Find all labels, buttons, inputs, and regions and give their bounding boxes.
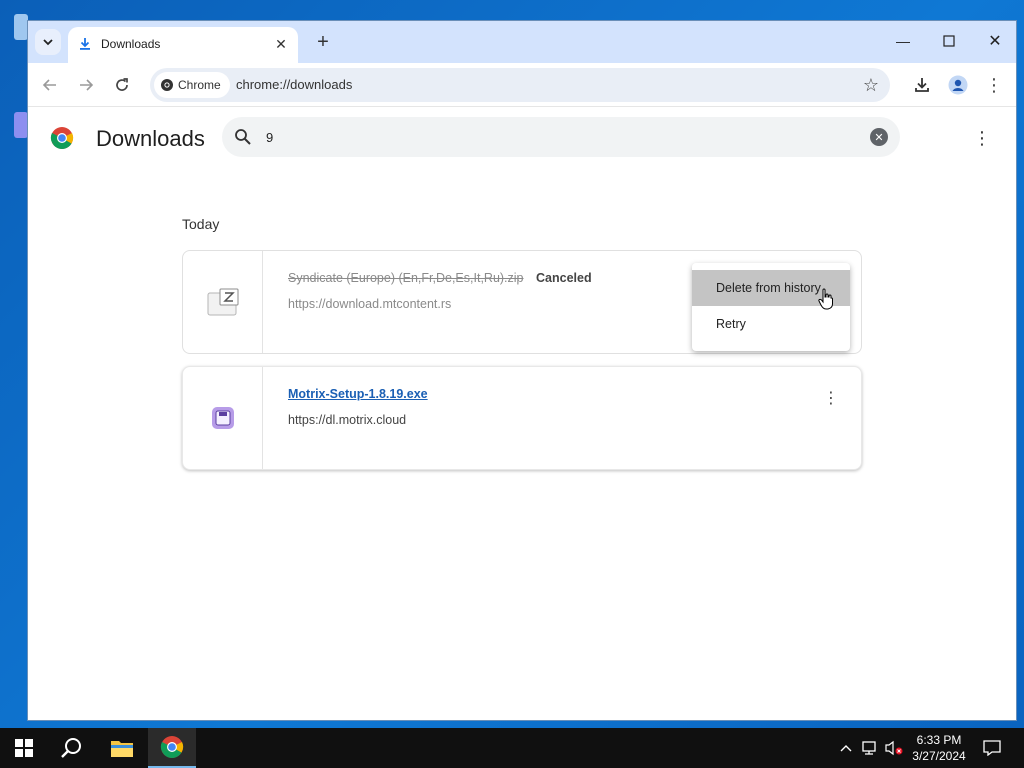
avatar-icon [948,75,968,95]
desktop-shortcut-icon[interactable] [0,112,28,172]
download-more-button[interactable]: ⋮ [823,387,839,409]
browser-menu-button[interactable]: ⋮ [980,71,1008,99]
date-section-label: Today [182,216,220,232]
new-tab-button[interactable]: + [310,29,336,55]
folder-icon [111,741,133,757]
chevron-down-icon [43,39,53,46]
close-tab-icon[interactable]: ✕ [272,35,290,53]
file-thumbnail [183,251,263,353]
more-actions-button[interactable]: ⋮ [973,126,991,150]
profile-button[interactable] [944,71,972,99]
download-icon [915,78,929,92]
maximize-button[interactable] [926,21,972,61]
file-explorer-button[interactable] [98,728,146,768]
chrome-taskbar-button[interactable] [148,728,196,768]
clock-time: 6:33 PM [916,733,962,747]
tab-search-button[interactable] [35,29,61,55]
url-text[interactable]: chrome://downloads [236,77,352,92]
tab-downloads[interactable]: Downloads ✕ [68,27,298,63]
download-filename-link[interactable]: Motrix-Setup-1.8.19.exe [288,387,428,401]
download-status: Canceled [536,271,592,285]
download-icon [80,38,90,50]
network-icon[interactable] [860,738,880,758]
page-title: Downloads [96,126,205,151]
chrome-icon [161,79,173,91]
chevron-up-icon[interactable] [836,738,856,758]
minimize-button[interactable]: — [880,21,926,61]
clock-date: 3/27/2024 [912,749,966,763]
tab-title: Downloads [101,37,161,51]
reload-icon [116,78,128,91]
site-chip-label: Chrome [178,78,221,92]
download-filename: Syndicate (Europe) (En,Fr,De,Es,It,Ru).z… [288,271,524,285]
download-source-url: https://download.mtcontent.rs [288,297,452,311]
forward-button[interactable] [72,71,100,99]
hand-cursor-icon [818,288,833,310]
reload-button[interactable] [108,71,136,99]
search-input[interactable] [266,127,826,147]
clear-search-icon[interactable]: ✕ [870,128,888,146]
file-thumbnail [183,367,263,469]
volume-muted-icon[interactable] [884,738,904,758]
zip-file-icon [207,288,238,316]
browser-toolbar: Chrome chrome://downloads ☆ ⋮ [28,63,1016,107]
app-installer-icon [211,407,234,429]
title-bar: Downloads ✕ + — ✕ [28,21,1016,63]
taskbar: 6:33 PM 3/27/2024 [0,728,1024,768]
close-window-button[interactable]: ✕ [972,21,1016,61]
site-info-chip[interactable]: Chrome [154,72,230,98]
download-source-url: https://dl.motrix.cloud [288,413,407,427]
search-icon [235,129,251,145]
chrome-logo-icon [50,127,74,149]
arrow-left-icon [42,79,56,91]
downloads-button[interactable] [908,71,936,99]
maximize-icon [943,35,955,47]
menu-item-retry[interactable]: Retry [692,306,850,342]
search-bar: ✕ [222,117,900,157]
back-button[interactable] [36,71,64,99]
arrow-right-icon [80,79,94,91]
bookmark-star-icon[interactable]: ☆ [860,74,882,96]
start-button[interactable] [0,728,48,768]
download-item: Motrix-Setup-1.8.19.exe https://dl.motri… [182,366,862,470]
system-clock[interactable]: 6:33 PM 3/27/2024 [904,732,974,764]
notifications-icon[interactable] [982,738,1002,758]
chrome-icon [160,736,184,758]
search-icon [61,738,81,758]
desktop-shortcut-icon[interactable] [0,14,28,74]
taskbar-search-button[interactable] [48,728,96,768]
browser-window: Downloads ✕ + — ✕ Chrome chrome://downlo… [27,20,1017,721]
downloads-page: Downloads ✕ ⋮ Today Syndicate (Europe) (… [28,108,1016,720]
windows-logo-icon [15,739,33,757]
address-bar[interactable]: Chrome chrome://downloads ☆ [150,68,890,102]
